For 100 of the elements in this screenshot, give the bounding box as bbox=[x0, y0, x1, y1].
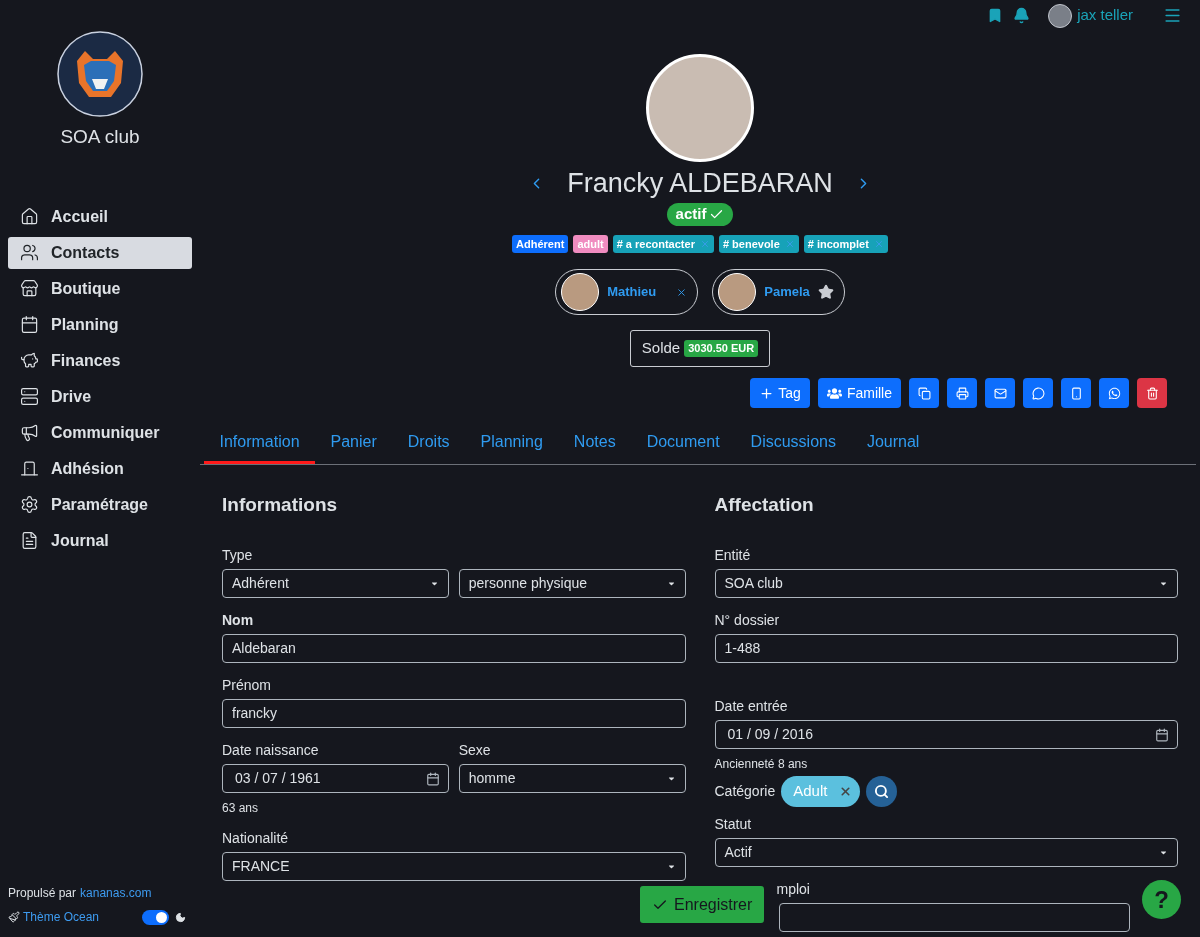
tab[interactable]: Droits bbox=[392, 422, 466, 464]
whatsapp-button[interactable] bbox=[1099, 378, 1129, 408]
field-label: Date naissance bbox=[222, 742, 320, 759]
field-label: mploi bbox=[776, 881, 811, 898]
member-avatar bbox=[718, 273, 757, 311]
field-label: Nom bbox=[222, 612, 255, 629]
seniority-text: Ancienneté 8 ans bbox=[714, 756, 809, 773]
dark-mode-switch[interactable] bbox=[142, 909, 169, 925]
print-button[interactable] bbox=[947, 378, 977, 408]
field-label: Date entrée bbox=[714, 698, 789, 715]
tag: # a recontacter bbox=[612, 235, 714, 253]
calendar-icon bbox=[425, 771, 440, 786]
search-button[interactable] bbox=[866, 776, 898, 807]
tag: # incomplet bbox=[803, 235, 888, 253]
theme-link[interactable]: Thème Ocean bbox=[23, 908, 100, 926]
sidebar-item[interactable]: Boutique bbox=[8, 272, 192, 305]
calendar-icon bbox=[1155, 727, 1169, 742]
printer-icon bbox=[955, 386, 969, 400]
comment-icon bbox=[1031, 386, 1045, 400]
sidebar-item[interactable]: Contacts bbox=[8, 236, 192, 269]
piggy-bank-icon bbox=[20, 351, 39, 370]
sidebar-item[interactable]: Paramétrage bbox=[8, 488, 192, 521]
caret-icon bbox=[1159, 848, 1168, 857]
tag: # benevole bbox=[718, 235, 799, 253]
sidebar-item[interactable]: Accueil bbox=[8, 200, 192, 233]
bell-icon[interactable] bbox=[1013, 7, 1031, 24]
tab[interactable]: Planning bbox=[465, 422, 559, 464]
select-field[interactable]: FRANCE bbox=[222, 852, 686, 881]
caret-icon bbox=[666, 862, 676, 871]
mobile-button[interactable] bbox=[1061, 378, 1091, 408]
field-label: Type bbox=[222, 547, 254, 564]
input-field[interactable]: 1-488 bbox=[714, 634, 1178, 663]
select-field[interactable]: Adhérent bbox=[222, 569, 449, 598]
tab[interactable]: Document bbox=[631, 422, 736, 464]
sidebar-item[interactable]: Finances bbox=[8, 344, 192, 377]
help-button[interactable]: ? bbox=[1142, 880, 1181, 919]
user-avatar[interactable] bbox=[1048, 3, 1073, 28]
server-icon bbox=[20, 387, 39, 406]
mail-button[interactable] bbox=[985, 378, 1015, 408]
user-name[interactable]: jax teller bbox=[1077, 4, 1133, 27]
house-icon bbox=[20, 207, 39, 226]
moon-icon bbox=[175, 911, 186, 923]
field-label: Catégorie bbox=[714, 782, 776, 801]
select-field[interactable]: SOA club bbox=[714, 569, 1178, 598]
date-field[interactable]: 01 / 09 / 2016 bbox=[714, 720, 1178, 749]
caret-icon bbox=[666, 579, 676, 588]
select-field[interactable]: Actif bbox=[714, 838, 1178, 867]
copy-button[interactable] bbox=[909, 378, 939, 408]
sidebar-item[interactable]: Drive bbox=[8, 380, 192, 413]
store-icon bbox=[20, 279, 39, 298]
field-label: N° dossier bbox=[714, 612, 781, 629]
input-field[interactable]: Aldebaran bbox=[222, 634, 686, 663]
field-label: Entité bbox=[714, 547, 752, 564]
caret-icon bbox=[429, 579, 439, 588]
megaphone-icon bbox=[20, 423, 39, 442]
member-avatar bbox=[561, 273, 600, 311]
remove-icon[interactable] bbox=[676, 286, 688, 298]
door-icon bbox=[20, 459, 39, 478]
tab[interactable]: Discussions bbox=[735, 422, 852, 464]
field-label: Sexe bbox=[458, 742, 492, 759]
mail-icon bbox=[993, 386, 1007, 400]
date-field[interactable]: 03 / 07 / 1961 bbox=[222, 764, 449, 793]
tab[interactable]: Panier bbox=[315, 422, 393, 464]
member-name: Mathieu bbox=[607, 283, 657, 302]
menu-icon[interactable] bbox=[1163, 6, 1182, 25]
tag: adult bbox=[573, 235, 608, 253]
club-name: SOA club bbox=[60, 125, 140, 149]
contact-name: Francky ALDEBARAN bbox=[567, 167, 833, 200]
input-field[interactable]: francky bbox=[222, 699, 686, 728]
family-button[interactable]: Famille bbox=[817, 378, 901, 408]
balance-amount: 3030.50 EUR bbox=[684, 340, 759, 357]
sidebar-item[interactable]: Communiquer bbox=[8, 416, 192, 449]
whatsapp-icon bbox=[1107, 386, 1121, 400]
trash-icon bbox=[1145, 386, 1159, 400]
field-label: Statut bbox=[714, 816, 753, 833]
input-field[interactable] bbox=[778, 903, 1130, 932]
comment-button[interactable] bbox=[1023, 378, 1053, 408]
plus-icon bbox=[759, 385, 775, 401]
sidebar-item[interactable]: Planning bbox=[8, 308, 192, 341]
users-icon bbox=[826, 385, 842, 401]
age-text: 63 ans bbox=[222, 800, 260, 817]
document-icon bbox=[20, 531, 39, 550]
delete-button[interactable] bbox=[1137, 378, 1167, 408]
copy-icon bbox=[917, 386, 931, 400]
add-tag-button[interactable]: Tag bbox=[750, 378, 810, 408]
tag: Adhérent bbox=[512, 235, 569, 253]
search-icon bbox=[874, 784, 890, 799]
tab[interactable]: Information bbox=[204, 422, 316, 464]
powered-by-text: Propulsé par bbox=[8, 885, 77, 902]
sidebar-item[interactable]: Journal bbox=[8, 524, 192, 557]
tab[interactable]: Journal bbox=[851, 422, 935, 464]
category-chip: Adult bbox=[781, 776, 861, 807]
tab[interactable]: Notes bbox=[558, 422, 632, 464]
kananas-link[interactable]: kananas.com bbox=[80, 884, 152, 902]
field-label: Nationalité bbox=[222, 830, 290, 847]
star-icon[interactable] bbox=[817, 284, 834, 300]
save-button[interactable]: Enregistrer bbox=[640, 886, 765, 923]
select-field[interactable]: personne physique bbox=[458, 569, 686, 598]
sidebar-item[interactable]: Adhésion bbox=[8, 452, 192, 485]
select-field[interactable]: homme bbox=[458, 764, 686, 793]
